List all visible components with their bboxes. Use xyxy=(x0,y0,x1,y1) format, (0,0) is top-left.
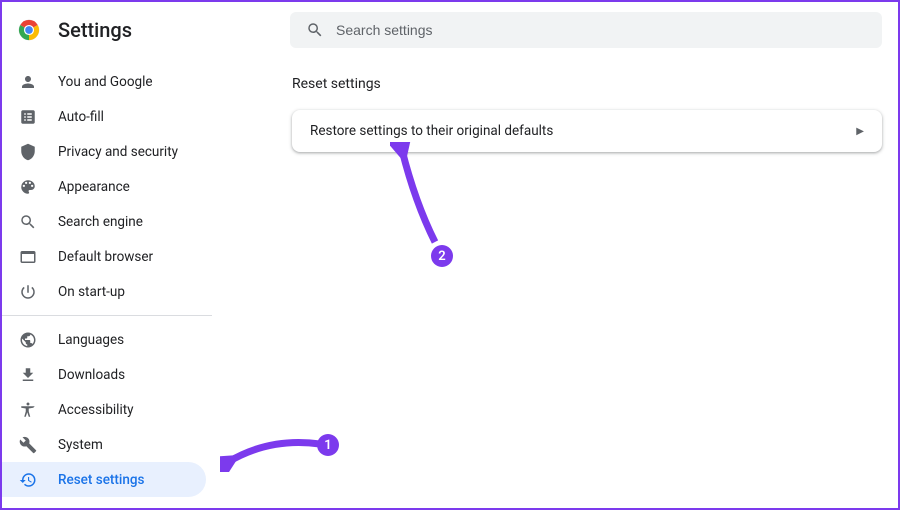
restore-defaults-card[interactable]: Restore settings to their original defau… xyxy=(292,110,882,152)
sidebar-item-appearance[interactable]: Appearance xyxy=(2,169,206,204)
search-icon xyxy=(306,21,324,39)
reset-icon xyxy=(18,470,38,490)
sidebar-label: Default browser xyxy=(58,249,153,265)
sidebar-item-downloads[interactable]: Downloads xyxy=(2,357,206,392)
sidebar-label: Downloads xyxy=(58,367,125,383)
person-icon xyxy=(18,72,38,92)
chrome-logo-icon xyxy=(18,19,40,41)
browser-icon xyxy=(18,247,38,267)
sidebar-item-on-startup[interactable]: On start-up xyxy=(2,274,206,309)
sidebar-item-default-browser[interactable]: Default browser xyxy=(2,239,206,274)
sidebar-label: Privacy and security xyxy=(58,144,178,160)
download-icon xyxy=(18,365,38,385)
sidebar-item-search-engine[interactable]: Search engine xyxy=(2,204,206,239)
sidebar-label: Auto-fill xyxy=(58,109,104,125)
sidebar-item-languages[interactable]: Languages xyxy=(2,322,206,357)
page-title: Settings xyxy=(58,18,290,42)
sidebar-label: Appearance xyxy=(58,179,130,195)
sidebar-item-privacy[interactable]: Privacy and security xyxy=(2,134,206,169)
wrench-icon xyxy=(18,435,38,455)
sidebar-label: Search engine xyxy=(58,214,143,230)
power-icon xyxy=(18,282,38,302)
search-input[interactable] xyxy=(336,22,866,38)
search-icon xyxy=(18,212,38,232)
autofill-icon xyxy=(18,107,38,127)
sidebar-label: Accessibility xyxy=(58,402,134,418)
search-box[interactable] xyxy=(290,12,882,48)
sidebar-label: Languages xyxy=(58,332,124,348)
sidebar-item-system[interactable]: System xyxy=(2,427,206,462)
section-title: Reset settings xyxy=(292,76,882,92)
shield-icon xyxy=(18,142,38,162)
sidebar-label: Reset settings xyxy=(58,472,144,488)
globe-icon xyxy=(18,330,38,350)
sidebar-label: On start-up xyxy=(58,284,125,300)
sidebar-item-autofill[interactable]: Auto-fill xyxy=(2,99,206,134)
sidebar-label: You and Google xyxy=(58,74,153,90)
sidebar: You and Google Auto-fill Privacy and sec… xyxy=(2,58,212,508)
card-text: Restore settings to their original defau… xyxy=(310,123,553,139)
sidebar-item-reset-settings[interactable]: Reset settings xyxy=(2,462,206,497)
app-header: Settings xyxy=(2,2,898,58)
sidebar-label: System xyxy=(58,437,103,453)
palette-icon xyxy=(18,177,38,197)
main-content: Reset settings Restore settings to their… xyxy=(212,58,898,508)
chevron-right-icon: ▶ xyxy=(856,126,864,137)
sidebar-item-you-and-google[interactable]: You and Google xyxy=(2,64,206,99)
sidebar-item-accessibility[interactable]: Accessibility xyxy=(2,392,206,427)
accessibility-icon xyxy=(18,400,38,420)
